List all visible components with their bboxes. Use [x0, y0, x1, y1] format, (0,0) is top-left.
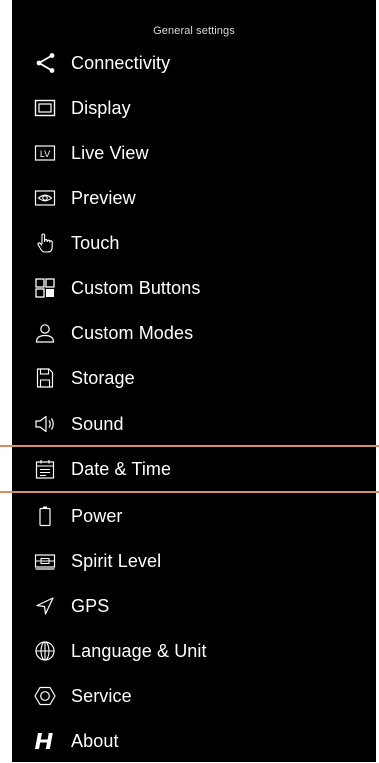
page-title: General settings	[153, 25, 235, 37]
menu-item-connectivity[interactable]: Connectivity	[12, 40, 376, 85]
settings-screen: General settings Connectivity Display LV…	[0, 0, 379, 762]
calendar-icon	[34, 458, 56, 480]
live-view-icon: LV	[34, 142, 56, 164]
menu-item-label: GPS	[71, 595, 110, 616]
globe-icon	[34, 640, 56, 662]
menu-item-storage[interactable]: Storage	[12, 355, 376, 400]
spirit-level-icon	[34, 550, 56, 572]
menu-item-service[interactable]: Service	[12, 673, 376, 718]
touch-hand-icon	[34, 232, 56, 254]
menu-item-label: Sound	[71, 413, 124, 434]
storage-card-icon	[34, 367, 56, 389]
display-icon	[34, 97, 56, 119]
menu-item-label: Touch	[71, 232, 120, 253]
menu-item-label: Custom Buttons	[71, 277, 201, 298]
custom-buttons-grid-icon	[34, 277, 56, 299]
menu-item-label: Display	[71, 97, 131, 118]
menu-item-label: Date & Time	[71, 459, 172, 479]
menu-item-sound[interactable]: Sound	[12, 401, 376, 446]
menu-item-label: Live View	[71, 142, 149, 163]
svg-text:LV: LV	[40, 149, 50, 159]
menu-item-label: Power	[71, 505, 123, 526]
menu-item-about[interactable]: About	[12, 718, 376, 763]
menu-item-label: Custom Modes	[71, 322, 194, 343]
battery-icon	[34, 505, 56, 527]
person-icon	[34, 322, 56, 344]
menu-item-label: Storage	[71, 367, 135, 388]
menu-item-label: About	[71, 730, 119, 751]
menu-item-language-unit[interactable]: Language & Unit	[12, 628, 376, 673]
menu-item-label: Language & Unit	[71, 640, 207, 661]
menu-item-preview[interactable]: Preview	[12, 175, 376, 220]
menu-item-spirit-level[interactable]: Spirit Level	[12, 538, 376, 583]
menu-item-gps[interactable]: GPS	[12, 583, 376, 628]
menu-item-power[interactable]: Power	[12, 493, 376, 538]
hasselblad-logo-icon	[34, 730, 56, 752]
menu-item-display[interactable]: Display	[12, 85, 376, 130]
menu-item-touch[interactable]: Touch	[12, 220, 376, 265]
menu-item-label: Service	[71, 685, 132, 706]
menu-item-label: Preview	[71, 187, 136, 208]
eye-icon	[34, 187, 56, 209]
location-arrow-icon	[34, 595, 56, 617]
menu-item-date-time[interactable]: Date & Time	[12, 447, 376, 491]
speaker-icon	[34, 413, 56, 435]
menu-item-custom-buttons[interactable]: Custom Buttons	[12, 265, 376, 310]
menu-item-label: Connectivity	[71, 52, 171, 73]
menu-item-label: Spirit Level	[71, 550, 162, 571]
menu-item-custom-modes[interactable]: Custom Modes	[12, 310, 376, 355]
menu-item-live-view[interactable]: LV Live View	[12, 130, 376, 175]
service-hexagon-icon	[34, 685, 56, 707]
share-icon	[34, 52, 56, 74]
